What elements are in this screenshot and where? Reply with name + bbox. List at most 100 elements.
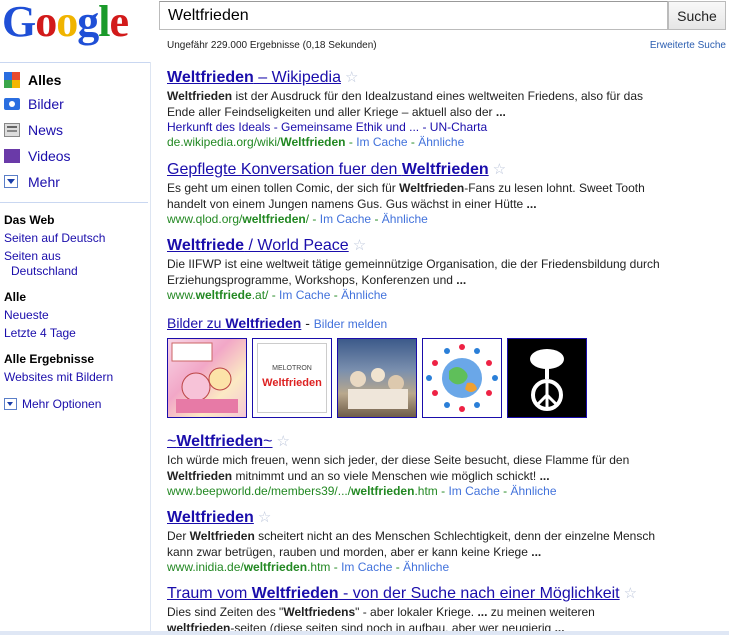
result-title-link[interactable]: Weltfrieden	[167, 509, 254, 526]
url-highlight: weltfrieden	[351, 484, 415, 498]
sidebar-item-label[interactable]: Mehr	[28, 174, 60, 190]
filter-seiten-aus-deutschland[interactable]: Seiten aus	[4, 249, 61, 264]
image-thumbnails: MELOTRON Weltfrieden	[167, 338, 587, 418]
title-highlight: Weltfrieden	[167, 69, 254, 86]
time-filter-heading: Alle	[4, 290, 27, 304]
thumbnail-caption: MELOTRON	[272, 365, 312, 372]
search-input[interactable]	[159, 1, 668, 30]
image-thumbnail[interactable]	[422, 338, 502, 418]
similar-link[interactable]: Ähnliche	[511, 484, 557, 498]
result-url: www.beepworld.de/members39/.../weltfried…	[167, 484, 557, 498]
filter-seiten-aus-deutschland-cont[interactable]: Deutschland	[11, 264, 78, 279]
result-title-row: Gepflegte Konversation fuer den Weltfrie…	[167, 160, 727, 180]
result-title-link[interactable]: Weltfriede / World Peace	[167, 237, 349, 254]
newspaper-icon	[4, 122, 20, 138]
snippet-highlight: ...	[495, 105, 506, 119]
filter-websites-mit-bildern[interactable]: Websites mit Bildern	[4, 370, 113, 385]
peace-sign-image	[530, 349, 564, 411]
result-snippet: Weltfrieden ist der Ausdruck für den Ide…	[167, 89, 644, 103]
result-title-row: Weltfrieden ☆	[167, 508, 727, 528]
title-highlight: Weltfrieden	[401, 161, 489, 178]
snippet-highlight: Weltfrieden	[399, 181, 465, 195]
result-title-link[interactable]: ~Weltfrieden~	[167, 433, 273, 450]
filter-neueste[interactable]: Neueste	[4, 308, 49, 323]
search-result: ~Weltfrieden~ ☆ Ich würde mich freuen, wen…	[167, 432, 727, 499]
sidebar-item-label: Alles	[28, 72, 62, 88]
url-highlight: weltfrieden	[242, 212, 306, 226]
result-snippet: Weltfrieden mitnimmt und an so viele Men…	[167, 469, 550, 483]
result-snippet: Ende aller Feindseligkeiten und aller Kr…	[167, 105, 506, 119]
sidebar-item-mehr[interactable]: Mehr	[4, 172, 60, 192]
result-title-link[interactable]: Traum vom Weltfrieden - von der Suche na…	[167, 585, 620, 602]
logo-letter: g	[77, 0, 99, 46]
url-highlight: weltfriede	[195, 288, 252, 302]
result-url: www.weltfriede.at/ - Im Cache - Ähnliche	[167, 288, 388, 302]
snippet-highlight: Weltfriedens	[283, 605, 356, 619]
title-highlight: Weltfrieden	[251, 585, 339, 602]
result-snippet: handelt von einem Jungen namens Gus. Gus…	[167, 197, 537, 211]
result-title-row: Traum vom Weltfrieden - von der Suche na…	[167, 584, 727, 604]
result-title-row: Weltfrieden – Wikipedia ☆	[167, 68, 727, 88]
more-options-toggle[interactable]: Mehr Optionen	[4, 394, 101, 414]
star-icon[interactable]: ☆	[277, 432, 290, 450]
crowd-photo	[348, 368, 408, 409]
cache-link[interactable]: Im Cache	[279, 288, 330, 302]
search-result: Gepflegte Konversation fuer den Weltfrie…	[167, 160, 727, 227]
left-sidebar: Alles Bilder News Videos Mehr Das Web Se…	[0, 62, 151, 635]
result-sitelinks[interactable]: Herkunft des Ideals - Gemeinsame Ethik u…	[167, 120, 727, 135]
similar-link[interactable]: Ähnliche	[418, 135, 464, 149]
snippet-highlight: Weltfrieden	[189, 529, 255, 543]
dropdown-icon	[4, 397, 18, 411]
result-snippet: Dies sind Zeiten des "Weltfriedens" - ab…	[167, 605, 595, 619]
search-result: Weltfrieden – Wikipedia ☆ Weltfrieden ist …	[167, 68, 727, 150]
star-icon[interactable]: ☆	[258, 508, 271, 526]
result-snippet: Erziehungsprogramme, Workshops, Konferen…	[167, 273, 467, 287]
star-icon[interactable]: ☆	[353, 236, 366, 254]
result-title-link[interactable]: Gepflegte Konversation fuer den Weltfrie…	[167, 161, 489, 178]
sidebar-item-label[interactable]: Bilder	[28, 96, 64, 112]
image-thumbnail[interactable]: MELOTRON Weltfrieden	[252, 338, 332, 418]
result-title-link[interactable]: Weltfrieden – Wikipedia	[167, 69, 341, 86]
title-highlight: Weltfrieden	[167, 509, 254, 526]
similar-link[interactable]: Ähnliche	[341, 288, 387, 302]
star-icon[interactable]: ☆	[624, 584, 637, 602]
star-icon[interactable]: ☆	[493, 160, 506, 178]
snippet-highlight: Weltfrieden	[167, 89, 233, 103]
image-thumbnail[interactable]	[167, 338, 247, 418]
comic-image	[171, 342, 238, 413]
similar-link[interactable]: Ähnliche	[382, 212, 428, 226]
sidebar-item-news[interactable]: News	[4, 120, 63, 140]
sidebar-item-label[interactable]: Videos	[28, 148, 71, 164]
filter-letzte-4-tage[interactable]: Letzte 4 Tage	[4, 326, 76, 341]
cache-link[interactable]: Im Cache	[356, 135, 407, 149]
all-results-icon	[4, 72, 20, 88]
image-thumbnail[interactable]	[337, 338, 417, 418]
search-button[interactable]: Suche	[668, 1, 726, 30]
result-filter-heading: Alle Ergebnisse	[4, 352, 95, 366]
sidebar-item-alles[interactable]: Alles	[4, 70, 61, 90]
result-url: www.qlod.org/weltfrieden/ - Im Cache - Ä…	[167, 212, 428, 226]
star-icon[interactable]: ☆	[345, 68, 358, 86]
cache-link[interactable]: Im Cache	[341, 560, 392, 574]
image-results-block: Bilder zu Weltfrieden - Bilder melden	[167, 315, 388, 331]
sidebar-item-label[interactable]: News	[28, 122, 63, 138]
cache-link[interactable]: Im Cache	[320, 212, 371, 226]
title-highlight: Weltfrieden	[176, 433, 264, 450]
cache-link[interactable]: Im Cache	[448, 484, 499, 498]
result-snippet: Der Weltfrieden scheitert nicht an des M…	[167, 529, 656, 543]
filter-seiten-auf-deutsch[interactable]: Seiten auf Deutsch	[4, 231, 105, 246]
image-thumbnail[interactable]	[507, 338, 587, 418]
advanced-search-link[interactable]: Erweiterte Suche	[650, 40, 726, 51]
similar-link[interactable]: Ähnliche	[403, 560, 449, 574]
report-images-link[interactable]: Bilder melden	[314, 317, 387, 331]
search-result: Weltfrieden ☆ Der Weltfrieden scheitert ni…	[167, 508, 727, 575]
logo-letter: o	[35, 0, 57, 46]
url-highlight: weltfrieden	[243, 560, 308, 574]
sidebar-item-bilder[interactable]: Bilder	[4, 94, 64, 114]
image-results-link[interactable]: Bilder zu Weltfrieden	[167, 315, 301, 331]
dropdown-icon	[4, 174, 20, 190]
result-url: de.wikipedia.org/wiki/Weltfrieden - Im C…	[167, 135, 465, 149]
google-logo[interactable]: Google	[2, 0, 144, 48]
sidebar-item-videos[interactable]: Videos	[4, 146, 71, 166]
more-options-label[interactable]: Mehr Optionen	[22, 397, 101, 411]
